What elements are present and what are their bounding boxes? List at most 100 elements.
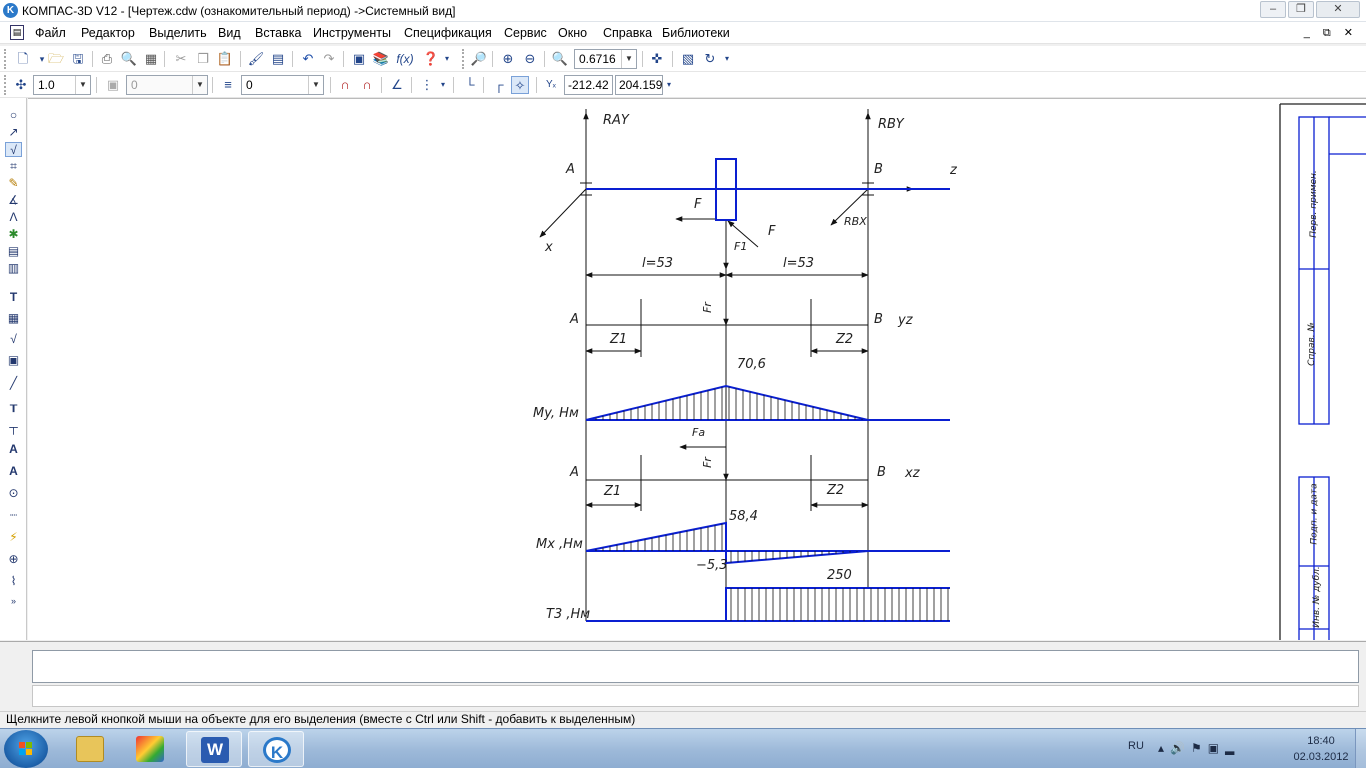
clock-time[interactable]: 18:40	[1296, 735, 1346, 747]
break-line-icon[interactable]: ┈	[5, 508, 22, 523]
print-preview-icon[interactable]: 🔍	[120, 50, 138, 68]
zoom-combo[interactable]: 0.6716 ▼	[574, 49, 637, 69]
ortho-icon[interactable]: ∠	[388, 76, 406, 94]
cursor-step-combo[interactable]: 1.0 ▼	[33, 75, 91, 95]
tray-icons[interactable]: ▴🔊⚑▣▂	[1158, 741, 1240, 755]
select-icon[interactable]: Λ	[5, 210, 22, 225]
taskbar-word[interactable]: W	[186, 731, 242, 767]
command-input[interactable]	[32, 650, 1359, 683]
print-icon[interactable]: ⎙	[98, 50, 116, 68]
toolbar-grip[interactable]	[4, 49, 7, 69]
menu-window[interactable]: Окно	[558, 26, 587, 40]
properties-brush-icon[interactable]: 🖌	[247, 50, 265, 68]
menu-editor[interactable]: Редактор	[81, 26, 135, 40]
coord-y-field[interactable]: 204.159	[615, 75, 663, 95]
new-dropdown-icon[interactable]: ▾	[38, 50, 46, 68]
cut-line-icon[interactable]: ┬	[5, 420, 22, 435]
layer-combo[interactable]: 0 ▼	[126, 75, 208, 95]
pan-icon[interactable]: ✜	[648, 50, 666, 68]
layer-state-icon[interactable]: ▣	[104, 76, 122, 94]
new-document-icon[interactable]: 🗋	[14, 50, 32, 68]
tolerance-icon[interactable]: ┰	[5, 398, 22, 413]
menu-libraries[interactable]: Библиотеки	[662, 26, 730, 40]
list-icon[interactable]: ▤	[269, 50, 287, 68]
orthogonal-mode-icon[interactable]: ┌	[490, 76, 508, 94]
measure-icon[interactable]: ∡	[5, 193, 22, 208]
taskbar-paint[interactable]	[122, 731, 178, 767]
zoom-in-icon[interactable]: ⊕	[499, 50, 517, 68]
roughness-icon[interactable]: √	[5, 332, 22, 347]
geometry-icon[interactable]: ○	[5, 108, 22, 123]
chevron-down-icon[interactable]: ▼	[308, 76, 323, 94]
chevron-down-icon[interactable]: ▼	[621, 50, 636, 68]
current-layer-combo[interactable]: 0 ▼	[241, 75, 324, 95]
show-all-icon[interactable]: ▧	[679, 50, 697, 68]
clock-date[interactable]: 02.03.2012	[1292, 751, 1350, 763]
wavy-icon[interactable]: ⌇	[5, 574, 22, 589]
dimensions-icon[interactable]: ↗	[5, 125, 22, 140]
library-manager-icon[interactable]: 📚	[372, 50, 390, 68]
toolbar-overflow-icon[interactable]: ▾	[442, 50, 452, 68]
refresh-icon[interactable]: ↻	[701, 50, 719, 68]
local-snap-icon[interactable]: ∩	[358, 76, 376, 94]
layers-icon[interactable]: ≡	[219, 76, 237, 94]
close-button[interactable]: ✕	[1316, 1, 1360, 18]
variables-fx-icon[interactable]: f(x)	[394, 50, 416, 68]
toolbar-overflow-icon[interactable]: ▾	[664, 76, 674, 94]
parametrization-icon[interactable]: ✎	[5, 176, 22, 191]
step-cursor-icon[interactable]: ✣	[12, 76, 30, 94]
associative-views-icon[interactable]: ✱	[5, 227, 22, 242]
lightning-icon[interactable]: ⚡	[5, 530, 22, 545]
menu-insert[interactable]: Вставка	[255, 26, 301, 40]
manager-icon[interactable]: ▣	[350, 50, 368, 68]
editing-icon[interactable]: ⌗	[5, 159, 22, 174]
zoom-scale-icon[interactable]: 🔍	[551, 50, 569, 68]
base-icon[interactable]: ▣	[5, 353, 22, 368]
snap-magnet-icon[interactable]: ∩	[336, 76, 354, 94]
drawing-canvas[interactable]: RAY RBY A B z x F F F1 RBX l=53 l=53 Fr …	[28, 98, 1366, 640]
menu-specification[interactable]: Спецификация	[404, 26, 492, 40]
cut-icon[interactable]: ✂	[172, 50, 190, 68]
expand-chevron-icon[interactable]: »	[5, 594, 22, 609]
zoom-window-icon[interactable]: 🔎	[470, 50, 488, 68]
toolbar-grip[interactable]	[4, 75, 7, 95]
chevron-down-icon[interactable]: ▼	[192, 76, 207, 94]
text-icon[interactable]: T	[5, 290, 22, 305]
wave-line-icon[interactable]: ⊙	[5, 486, 22, 501]
open-folder-icon[interactable]: 🗁	[47, 50, 65, 68]
designations-icon[interactable]: √	[5, 142, 22, 157]
coord-x-field[interactable]: -212.42	[564, 75, 613, 95]
save-icon[interactable]: 🖫	[69, 50, 87, 68]
reports-icon[interactable]: ▥	[5, 261, 22, 276]
chevron-down-icon[interactable]: ▼	[75, 76, 90, 94]
menu-file[interactable]: Файл	[35, 26, 66, 40]
round-mode-icon[interactable]: ✧	[511, 76, 529, 94]
center-mark-icon[interactable]: ⊕	[5, 552, 22, 567]
mdi-window-controls[interactable]: _ ⧉ ✕	[1304, 26, 1358, 40]
specification-icon[interactable]: ▤	[5, 244, 22, 259]
command-hint-field[interactable]	[32, 685, 1359, 707]
redo-icon[interactable]: ↷	[320, 50, 338, 68]
grid-icon[interactable]: ⋮	[418, 76, 436, 94]
start-button[interactable]	[4, 730, 48, 768]
menu-service[interactable]: Сервис	[504, 26, 547, 40]
document-icon[interactable]: ▤	[10, 25, 24, 40]
menu-select[interactable]: Выделить	[149, 26, 207, 40]
maximize-button[interactable]: ❐	[1288, 1, 1314, 18]
taskbar-kompas[interactable]: K	[248, 731, 304, 767]
print-setup-icon[interactable]: ▦	[142, 50, 160, 68]
grid-dropdown-icon[interactable]: ▾	[438, 76, 448, 94]
menu-view[interactable]: Вид	[218, 26, 241, 40]
undo-icon[interactable]: ↶	[299, 50, 317, 68]
copy-icon[interactable]: ❐	[194, 50, 212, 68]
table-icon[interactable]: ▦	[5, 311, 22, 326]
leader-icon[interactable]: ╱	[5, 376, 22, 391]
minimize-button[interactable]: –	[1260, 1, 1286, 18]
menu-help[interactable]: Справка	[603, 26, 652, 40]
menu-tools[interactable]: Инструменты	[313, 26, 391, 40]
toolbar-grip[interactable]	[462, 49, 465, 69]
paste-icon[interactable]: 📋	[216, 50, 234, 68]
view-arrow-icon[interactable]: A	[5, 442, 22, 457]
language-indicator[interactable]: RU	[1128, 740, 1144, 752]
toolbar-overflow-icon[interactable]: ▾	[722, 50, 732, 68]
